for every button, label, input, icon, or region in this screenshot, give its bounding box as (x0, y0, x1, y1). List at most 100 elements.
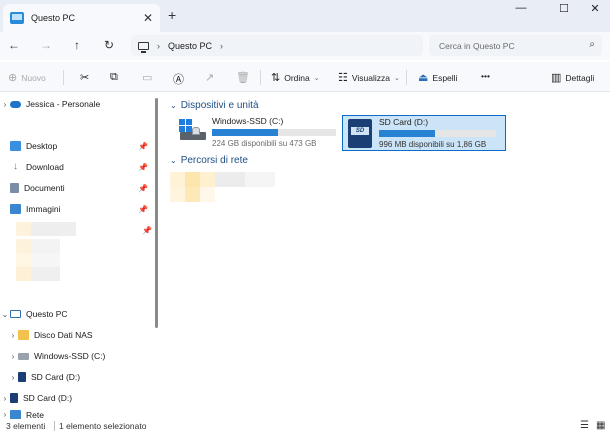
sidebar-item-disco-dati-nas[interactable]: › Disco Dati NAS (0, 326, 152, 344)
drive-name: SD Card (D:) (379, 117, 429, 127)
group-header-network[interactable]: ⌄ Percorsi di rete (170, 155, 248, 166)
sidebar-item-rete[interactable]: › Rete (0, 410, 152, 419)
navigation-pane: › Jessica - Personale Desktop 📌 ↓ Downlo… (0, 93, 165, 419)
pin-icon[interactable]: 📌 (138, 142, 148, 151)
tab-questo-pc[interactable]: Questo PC ✕ (3, 4, 160, 32)
divider (63, 70, 64, 85)
cut-button[interactable]: ✂ (80, 71, 89, 84)
chevron-right-icon[interactable]: › (8, 373, 18, 382)
details-view-icon[interactable]: ☰ (580, 420, 589, 431)
cloud-icon (10, 100, 21, 108)
sort-icon: ⇅ (271, 72, 281, 84)
rename-icon: Ⓐ (173, 74, 184, 86)
refresh-button[interactable]: ↻ (100, 38, 118, 54)
up-button[interactable]: ↑ (68, 38, 86, 54)
tiles-view-icon[interactable]: ▦ (596, 420, 605, 431)
minimize-button[interactable]: — (506, 2, 536, 20)
paste-button[interactable]: ▭ (142, 71, 152, 84)
chevron-right-icon[interactable]: › (220, 41, 223, 51)
copy-icon: ⧉ (110, 71, 118, 83)
view-icon: ☷ (338, 72, 348, 84)
group-header-devices[interactable]: ⌄ Dispositivi e unità (170, 100, 259, 111)
back-button[interactable]: ← (5, 38, 23, 54)
eject-button[interactable]: ⏏ Espelli (418, 71, 457, 84)
drive-sd-card[interactable]: SD SD Card (D:) 996 MB disponibili su 1,… (342, 115, 506, 151)
search-placeholder: Cerca in Questo PC (439, 40, 515, 51)
sidebar-item-label: Desktop (26, 141, 58, 151)
network-icon (10, 410, 21, 419)
address-bar-row: ← → ↑ ↻ › Questo PC › Cerca in Questo PC… (0, 32, 610, 60)
sidebar-item-label: Documenti (24, 183, 65, 193)
sidebar-item-onedrive[interactable]: › Jessica - Personale (0, 95, 152, 113)
drive-windows-ssd[interactable]: Windows-SSD (C:) 224 GB disponibili su 4… (176, 116, 340, 152)
drive-free-space: 224 GB disponibili su 473 GB (212, 139, 317, 148)
chevron-right-icon[interactable]: › (0, 100, 10, 109)
sidebar-item-label: Windows-SSD (C:) (34, 351, 106, 361)
sidebar-item-documenti[interactable]: Documenti 📌 (0, 179, 152, 197)
search-icon: ⌕ (589, 39, 595, 50)
chevron-right-icon[interactable]: › (157, 41, 160, 51)
chevron-right-icon[interactable]: › (0, 410, 10, 419)
trash-icon: 🗑 (236, 72, 250, 84)
sidebar-item-label: Immagini (26, 204, 61, 214)
chevron-down-icon[interactable]: ⌄ (0, 310, 10, 319)
pin-icon[interactable]: 📌 (138, 184, 148, 193)
sd-card-icon: SD (343, 116, 377, 150)
forward-button[interactable]: → (37, 38, 55, 54)
rename-button[interactable]: Ⓐ (173, 71, 184, 87)
details-pane-icon: ▥ (551, 72, 562, 84)
command-bar: ⊕ Nuovo ✂ ⧉ ▭ Ⓐ ↗ 🗑 ⇅ Ordina ⌄ ☷ Visuali… (0, 62, 610, 92)
divider (260, 70, 261, 85)
close-button[interactable]: ✕ (580, 2, 610, 20)
folder-icon (18, 330, 29, 340)
sd-card-icon (18, 372, 26, 382)
chevron-right-icon[interactable]: › (8, 331, 18, 340)
delete-button[interactable]: 🗑 (236, 71, 250, 84)
plus-circle-icon: ⊕ (8, 72, 18, 84)
pin-icon[interactable]: 📌 (138, 163, 148, 172)
new-button[interactable]: ⊕ Nuovo (8, 71, 46, 84)
scissors-icon: ✂ (80, 72, 90, 84)
pin-icon[interactable]: 📌 (142, 226, 152, 235)
sidebar-item-sd-card[interactable]: › SD Card (D:) (0, 368, 152, 386)
share-icon: ↗ (205, 72, 215, 84)
sidebar-item-windows-ssd[interactable]: › Windows-SSD (C:) (0, 347, 152, 365)
sidebar-item-sd-card-root[interactable]: › SD Card (D:) (0, 389, 152, 407)
drive-usage-bar (212, 129, 336, 136)
sidebar-scrollbar[interactable] (155, 98, 158, 328)
sidebar-item-label: SD Card (D:) (23, 393, 73, 403)
details-button[interactable]: ▥ Dettagli (551, 71, 594, 84)
maximize-button[interactable]: ☐ (549, 2, 579, 20)
sidebar-item-desktop[interactable]: Desktop 📌 (0, 137, 152, 155)
sidebar-item-label: Jessica - Personale (26, 99, 101, 109)
sidebar-item-immagini[interactable]: Immagini 📌 (0, 200, 152, 218)
pictures-icon (10, 204, 21, 214)
ellipsis-icon: ••• (481, 71, 490, 81)
pin-icon[interactable]: 📌 (138, 205, 148, 214)
blurred-network-location[interactable] (170, 172, 275, 202)
title-bar: Questo PC ✕ + — ☐ ✕ (0, 0, 610, 32)
view-label: Visualizza (351, 72, 390, 83)
drive-name: Windows-SSD (C:) (212, 116, 284, 126)
sort-button[interactable]: ⇅ Ordina ⌄ (271, 71, 320, 84)
more-options-button[interactable]: ••• (481, 71, 490, 81)
tab-close-icon[interactable]: ✕ (140, 11, 156, 25)
group-header-label: Dispositivi e unità (180, 100, 259, 111)
clipboard-icon: ▭ (142, 72, 153, 84)
share-button[interactable]: ↗ (205, 71, 214, 84)
address-input[interactable]: › Questo PC › (131, 35, 423, 56)
sidebar-item-label: Disco Dati NAS (34, 330, 93, 340)
view-button[interactable]: ☷ Visualizza ⌄ (338, 71, 400, 84)
sidebar-item-download[interactable]: ↓ Download 📌 (0, 158, 152, 176)
search-input[interactable]: Cerca in Questo PC ⌕ (429, 35, 602, 56)
sort-label: Ordina (284, 72, 310, 83)
sidebar-item-questo-pc[interactable]: ⌄ Questo PC (0, 305, 152, 323)
new-tab-button[interactable]: + (168, 7, 176, 23)
breadcrumb-questo-pc[interactable]: Questo PC (168, 41, 212, 51)
desktop-icon (10, 141, 21, 151)
chevron-right-icon[interactable]: › (8, 352, 18, 361)
chevron-right-icon[interactable]: › (0, 394, 10, 403)
copy-button[interactable]: ⧉ (110, 71, 118, 84)
document-icon (10, 183, 19, 193)
divider (406, 70, 407, 85)
